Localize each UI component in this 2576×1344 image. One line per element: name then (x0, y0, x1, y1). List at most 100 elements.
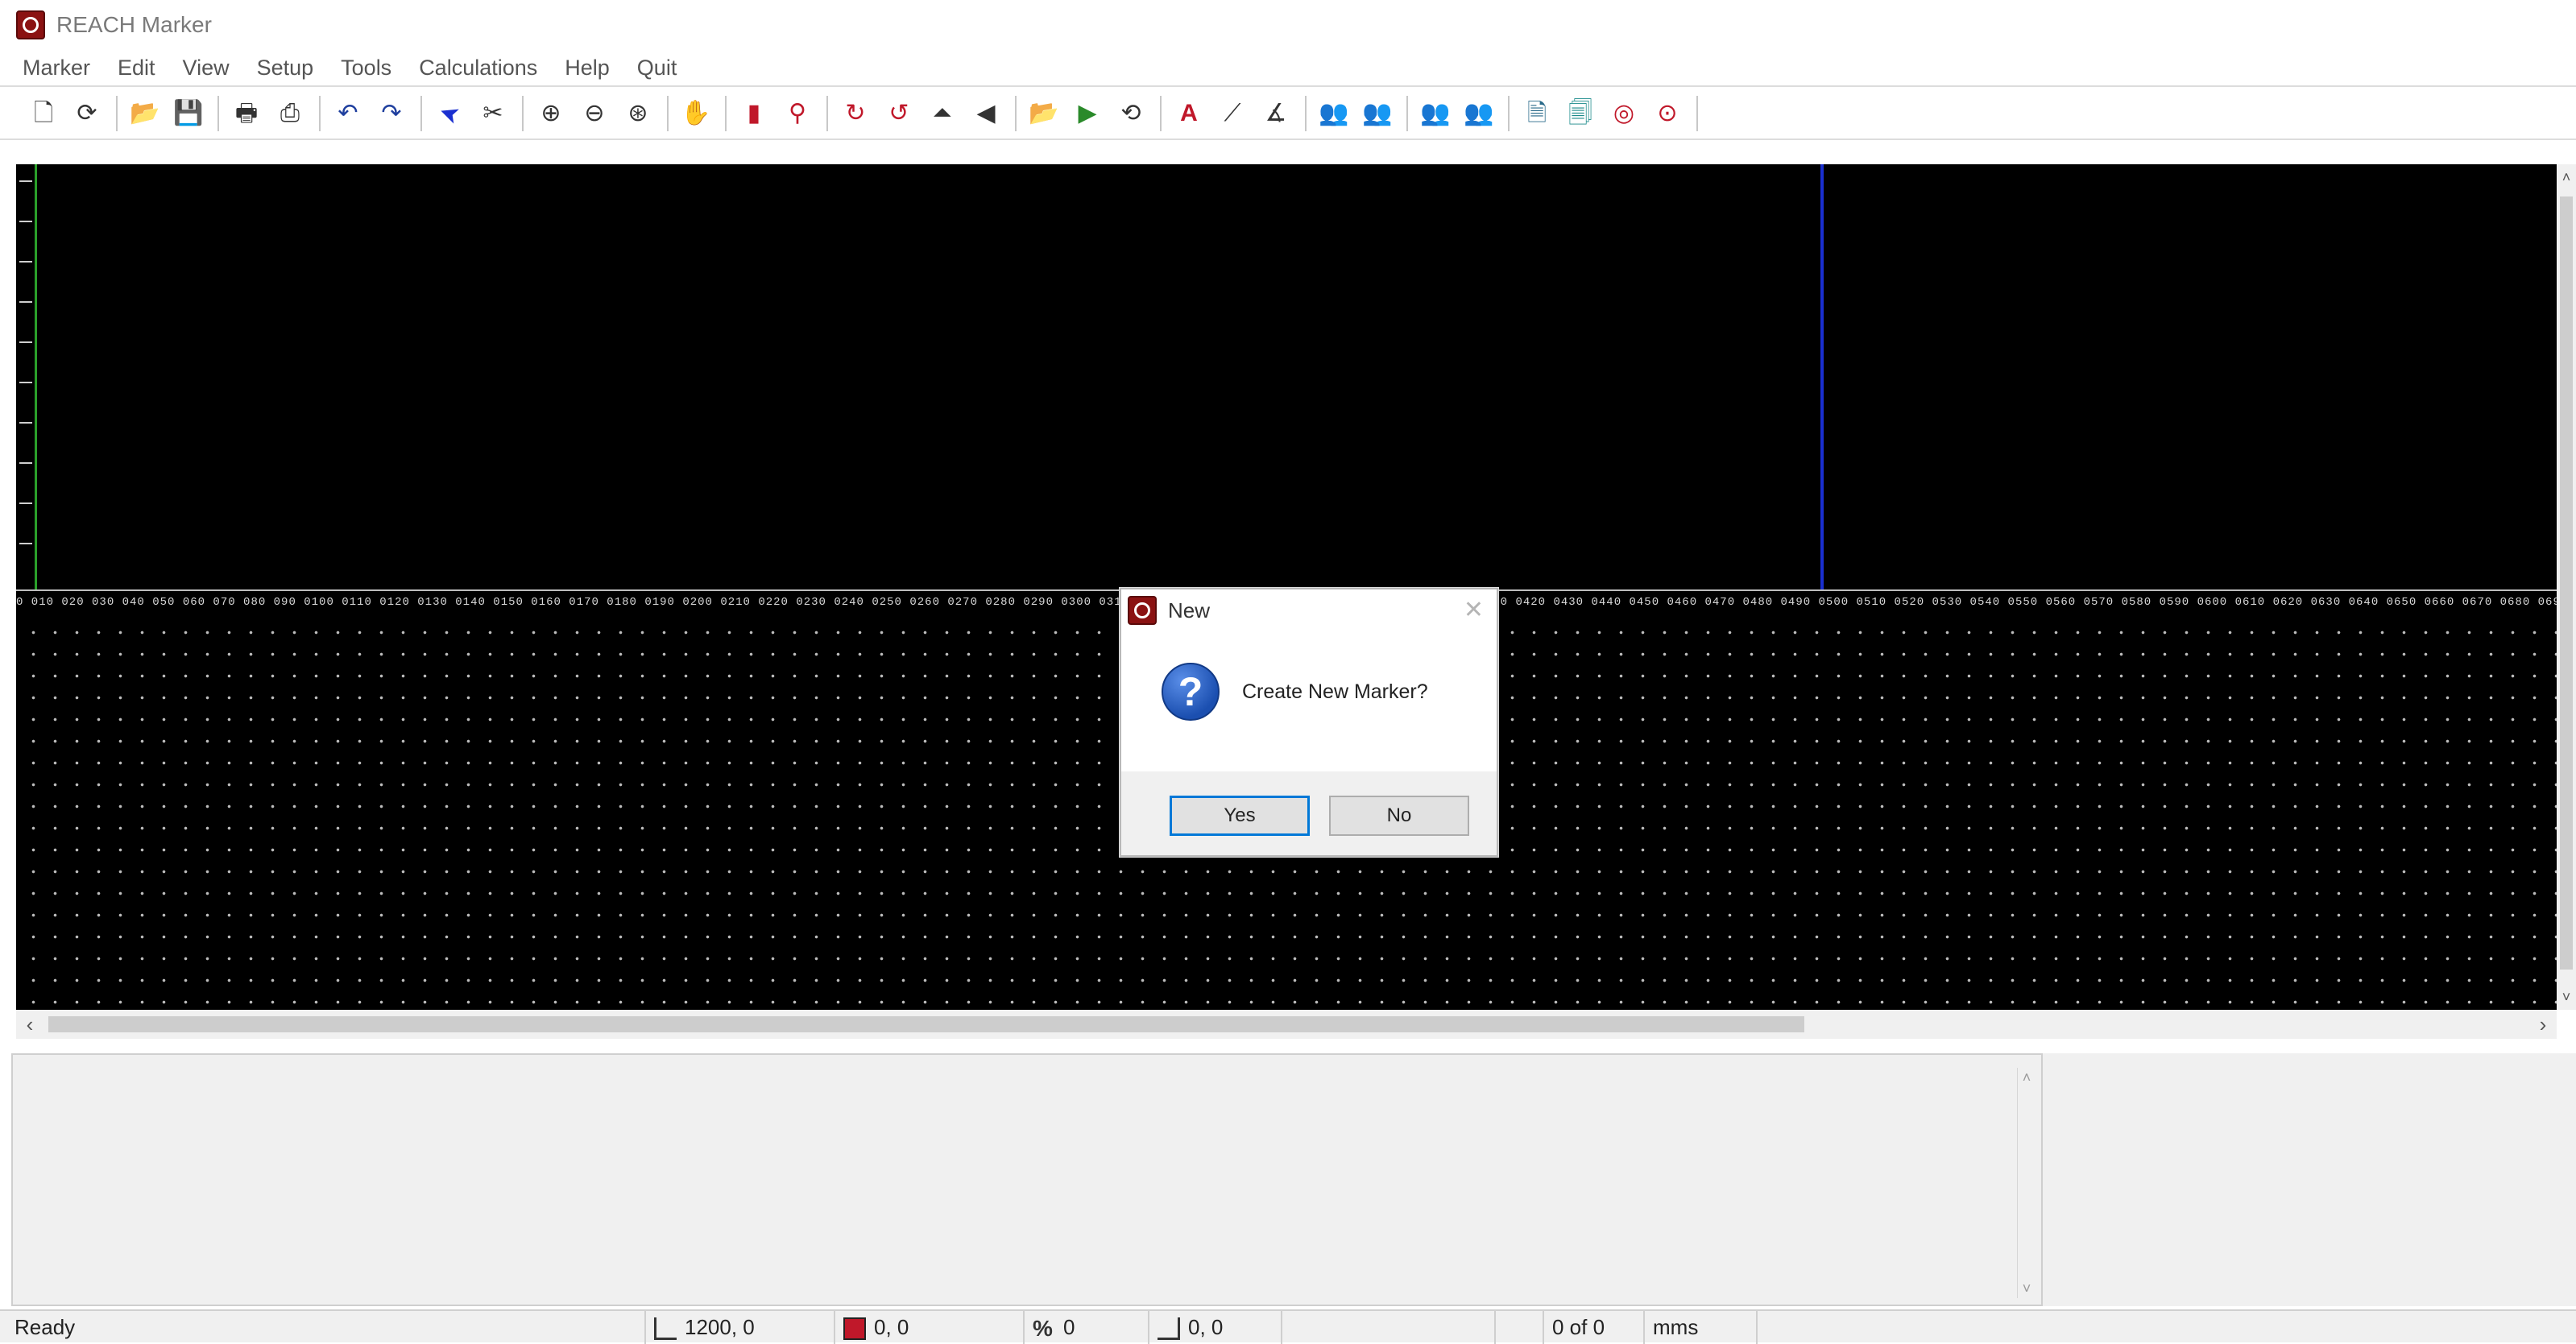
side-panel (2043, 1053, 2576, 1306)
status-empty-cell (1281, 1311, 1494, 1344)
menu-bar: Marker Edit View Setup Tools Calculation… (0, 50, 2576, 87)
color-swatch-icon (843, 1317, 866, 1341)
status-tilt-cell: 0, 0 (1148, 1311, 1281, 1344)
marker-end-guide-line[interactable] (1820, 164, 1824, 589)
toolbar-separator (1305, 96, 1307, 131)
toolbar-separator (1160, 96, 1162, 131)
scroll-right-icon[interactable]: › (2531, 1010, 2555, 1039)
menu-tools[interactable]: Tools (341, 56, 391, 81)
dialog-title-bar: New ✕ (1121, 589, 1497, 631)
text-icon[interactable]: A (1170, 94, 1208, 133)
status-length-value: 1200, 0 (685, 1315, 755, 1339)
new-file-icon[interactable]: 🗋 (24, 94, 63, 133)
horizontal-scroll-thumb[interactable] (48, 1016, 1804, 1032)
group-people-icon[interactable]: 👥 (1315, 94, 1353, 133)
status-units: mms (1643, 1311, 1756, 1344)
print-icon[interactable]: 🖶 (227, 94, 266, 133)
toolbar-separator (1015, 96, 1017, 131)
vertical-ruler (16, 164, 37, 589)
scroll-up-icon[interactable]: ˄ (2557, 166, 2576, 188)
piece-icon[interactable]: ▶ (1068, 94, 1107, 133)
vertical-scroll-thumb[interactable] (2560, 196, 2573, 970)
dialog-title: New (1168, 598, 1211, 622)
title-bar: REACH Marker (0, 0, 2576, 50)
zoom-in-icon[interactable]: ⊕ (532, 94, 570, 133)
marker-table-area[interactable] (16, 164, 2557, 589)
zoom-fit-icon[interactable]: ⊛ (619, 94, 657, 133)
tilt-icon[interactable]: ⟋ (1213, 94, 1252, 133)
output-panel[interactable]: ˄ ˅ (11, 1053, 2043, 1306)
ungroup-people-red-icon[interactable]: 👥 (1460, 94, 1498, 133)
print-setup-icon[interactable]: ⎙ (271, 94, 309, 133)
ungroup-people-icon[interactable]: 👥 (1416, 94, 1455, 133)
pan-hand-icon[interactable]: ✋ (677, 94, 715, 133)
rotate-cw-icon[interactable]: ↻ (836, 94, 875, 133)
flip-horizontal-icon[interactable]: ◀ (967, 94, 1005, 133)
scroll-down-icon[interactable]: ˅ (2557, 986, 2576, 1008)
piece-rotate-icon[interactable]: ⟲ (1112, 94, 1150, 133)
no-button[interactable]: No (1329, 796, 1469, 836)
menu-view[interactable]: View (183, 56, 230, 81)
question-icon: ? (1162, 663, 1220, 721)
toolbar-separator (217, 96, 219, 131)
pin-icon[interactable]: ⚲ (778, 94, 817, 133)
menu-edit[interactable]: Edit (118, 56, 155, 81)
ruler-angle-icon (654, 1317, 677, 1341)
cut-icon[interactable]: ✂ (474, 94, 512, 133)
redo-icon[interactable]: ↷ (372, 94, 411, 133)
target-plus-icon[interactable]: ⊙ (1648, 94, 1687, 133)
toolbar-separator (116, 96, 118, 131)
vertical-scrollbar[interactable]: ˄ ˅ (2557, 164, 2576, 1010)
horizontal-scrollbar[interactable]: ‹ › (16, 1010, 2557, 1039)
bars-icon[interactable]: ▮ (735, 94, 773, 133)
toolbar: 🗋 ⟳ 📂 💾 🖶 ⎙ ↶ ↷ ➤ ✂ ⊕ ⊖ ⊛ ✋ ▮ ⚲ ↻ ↺ ⏶ ◀ … (0, 89, 2576, 140)
status-bar: Ready 1200, 0 0, 0 % 0 0, 0 0 of 0 mms (0, 1309, 2576, 1344)
status-color-cell: 0, 0 (834, 1311, 1019, 1344)
close-icon[interactable]: ✕ (1464, 596, 1484, 624)
toolbar-separator (1696, 96, 1698, 131)
scroll-left-icon[interactable]: ‹ (18, 1010, 42, 1039)
menu-quit[interactable]: Quit (637, 56, 677, 81)
status-text: Ready (14, 1315, 76, 1339)
status-empty-cell (1494, 1311, 1543, 1344)
scroll-down-icon[interactable]: ˅ (2018, 1279, 2036, 1298)
document-blue-icon[interactable]: 🗐 (1561, 94, 1600, 133)
toolbar-separator (826, 96, 828, 131)
marker-canvas[interactable]: 0 010 020 030 040 050 060 070 080 090 01… (16, 164, 2557, 1010)
toolbar-separator (667, 96, 669, 131)
yes-button[interactable]: Yes (1170, 796, 1310, 836)
status-tilt-value: 0, 0 (1188, 1315, 1224, 1339)
zoom-out-icon[interactable]: ⊖ (575, 94, 614, 133)
tilt-table-icon (1158, 1317, 1180, 1341)
toolbar-separator (1406, 96, 1408, 131)
undo-icon[interactable]: ↶ (329, 94, 367, 133)
select-arrow-icon[interactable]: ➤ (425, 89, 474, 139)
status-length-cell: 1200, 0 (644, 1311, 830, 1344)
menu-help[interactable]: Help (565, 56, 610, 81)
output-panel-scrollbar[interactable]: ˄ ˅ (2017, 1068, 2035, 1298)
scroll-up-icon[interactable]: ˄ (2018, 1068, 2036, 1087)
open-piece-icon[interactable]: 📂 (1025, 94, 1063, 133)
app-logo-icon (1128, 596, 1157, 625)
toolbar-separator (725, 96, 727, 131)
toolbar-separator (420, 96, 422, 131)
rotate-ccw-icon[interactable]: ↺ (880, 94, 918, 133)
angle-icon[interactable]: ∡ (1257, 94, 1295, 133)
open-folder-icon[interactable]: 📂 (126, 94, 164, 133)
refresh-doc-icon[interactable]: ⟳ (68, 94, 106, 133)
group-people-red-icon[interactable]: 👥 (1358, 94, 1397, 133)
flip-vertical-icon[interactable]: ⏶ (923, 94, 962, 133)
document-icon[interactable]: 🗎 (1518, 94, 1556, 133)
menu-calculations[interactable]: Calculations (419, 56, 537, 81)
toolbar-separator (319, 96, 321, 131)
menu-setup[interactable]: Setup (257, 56, 314, 81)
window-title: REACH Marker (56, 12, 212, 37)
save-icon[interactable]: 💾 (169, 94, 208, 133)
status-empty-cell (1756, 1311, 2576, 1344)
status-color-value: 0, 0 (874, 1315, 909, 1339)
menu-marker[interactable]: Marker (23, 56, 90, 81)
dialog-body: ? Create New Marker? (1121, 631, 1497, 752)
target-icon[interactable]: ◎ (1605, 94, 1643, 133)
toolbar-separator (522, 96, 524, 131)
status-percent-cell: % 0 (1023, 1311, 1144, 1344)
